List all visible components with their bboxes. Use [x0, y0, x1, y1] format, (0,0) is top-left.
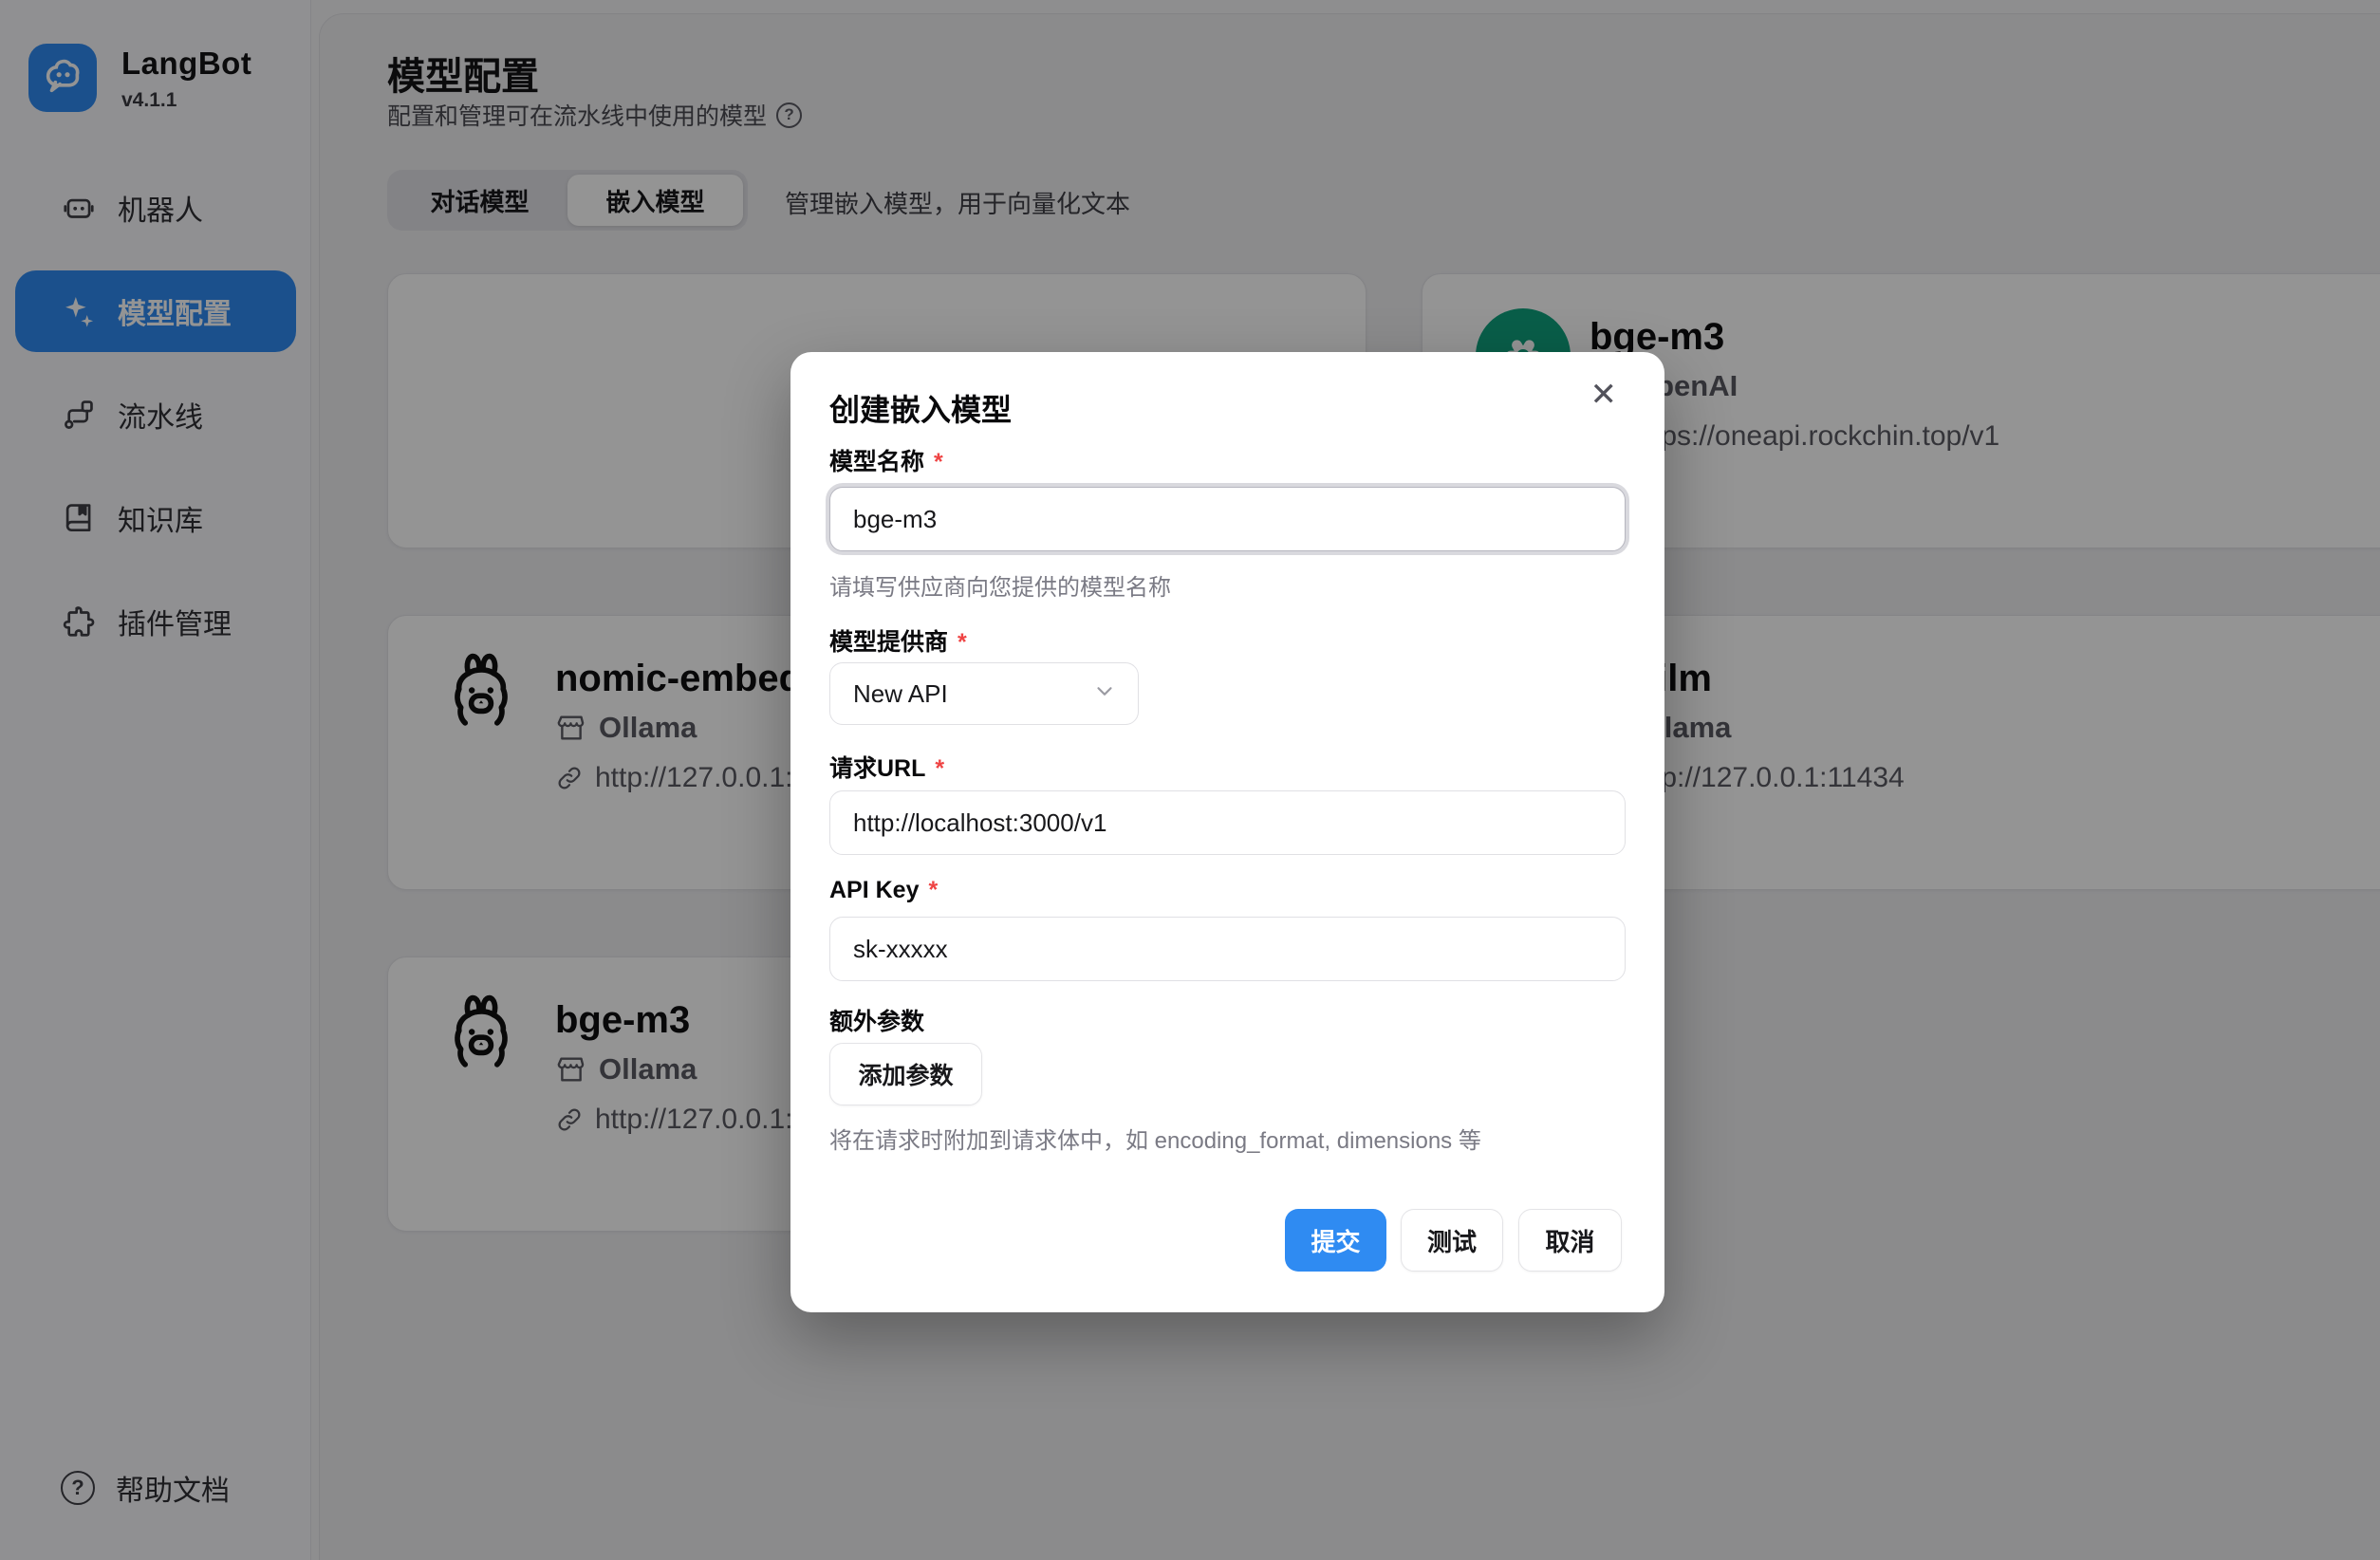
model-name-input[interactable]: bge-m3: [829, 487, 1626, 551]
provider-label: 模型提供商*: [829, 623, 967, 658]
required-asterisk: *: [958, 629, 967, 656]
model-name-helper: 请填写供应商向您提供的模型名称: [829, 568, 1171, 602]
close-icon[interactable]: ✕: [1590, 379, 1618, 411]
chevron-down-icon: [1092, 678, 1117, 710]
cancel-button[interactable]: 取消: [1518, 1209, 1622, 1272]
langbot-app: LangBot v4.1.1 机器人: [0, 0, 2380, 1560]
required-asterisk: *: [934, 449, 943, 475]
request-url-input[interactable]: http://localhost:3000/v1: [829, 790, 1626, 855]
required-asterisk: *: [935, 755, 944, 782]
required-asterisk: *: [928, 877, 938, 903]
provider-select[interactable]: New API: [829, 662, 1139, 725]
submit-button[interactable]: 提交: [1285, 1209, 1386, 1272]
api-key-input[interactable]: sk-xxxxx: [829, 917, 1626, 981]
extra-params-helper: 将在请求时附加到请求体中，如 encoding_format, dimensio…: [829, 1122, 1481, 1155]
api-key-label: API Key*: [829, 877, 938, 904]
dialog-title: 创建嵌入模型: [829, 386, 1012, 430]
extra-params-label: 额外参数: [829, 1003, 924, 1037]
request-url-label: 请求URL*: [829, 750, 944, 784]
test-button[interactable]: 测试: [1401, 1209, 1503, 1272]
model-name-label: 模型名称*: [829, 443, 943, 477]
add-param-button[interactable]: 添加参数: [829, 1043, 982, 1105]
create-embedding-model-dialog: 创建嵌入模型 ✕ 模型名称* bge-m3 请填写供应商向您提供的模型名称 模型…: [790, 352, 1664, 1312]
